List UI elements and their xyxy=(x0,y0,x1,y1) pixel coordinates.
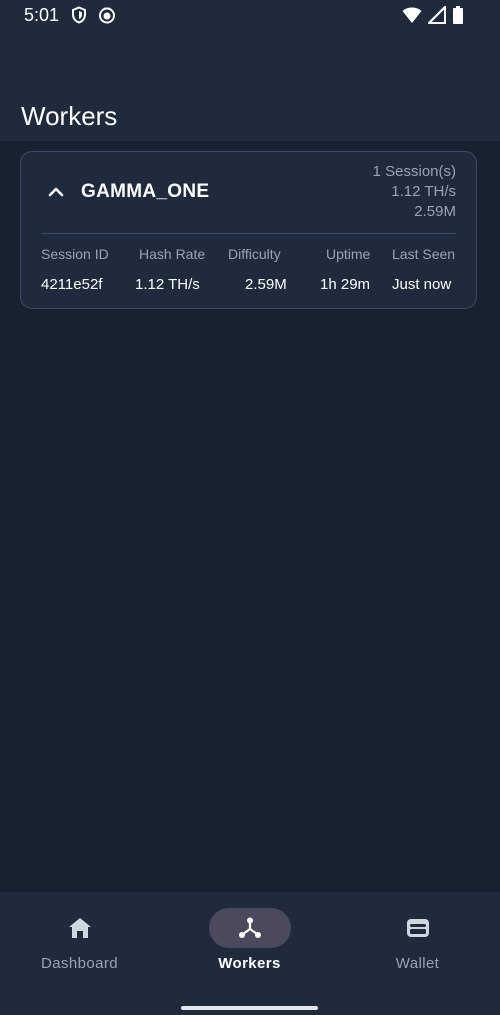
hub-icon xyxy=(238,917,261,938)
signal-icon xyxy=(428,6,446,24)
worker-summary: 1 Session(s) 1.12 TH/s 2.59M xyxy=(373,162,456,222)
sessions-count: 1 Session(s) xyxy=(372,163,456,180)
nav-label-wallet: Wallet xyxy=(395,955,440,972)
battery-icon xyxy=(453,6,463,24)
worker-name: GAMMA_ONE xyxy=(81,181,210,202)
status-time: 5:01 xyxy=(24,5,60,25)
nav-label-dashboard: Dashboard xyxy=(41,955,118,972)
home-icon xyxy=(68,918,91,938)
notification-bubble-icon xyxy=(99,7,115,24)
wifi-icon xyxy=(402,7,422,23)
summary-hash-rate: 1.12 TH/s xyxy=(391,183,456,200)
header-hash-rate: Hash Rate xyxy=(139,246,206,262)
header-uptime: Uptime xyxy=(326,246,371,262)
nav-wallet[interactable]: Wallet xyxy=(334,892,500,992)
divider xyxy=(41,233,456,234)
app-bar: Workers xyxy=(0,32,500,141)
worker-card[interactable]: GAMMA_ONE 1 Session(s) 1.12 TH/s 2.59M S… xyxy=(20,151,477,309)
wallet-icon xyxy=(406,919,429,937)
header-session-id: Session ID xyxy=(41,246,109,262)
cell-uptime: 1h 29m xyxy=(320,276,371,293)
bottom-navigation: Dashboard Workers Wallet xyxy=(0,892,500,1015)
chevron-up-icon[interactable] xyxy=(46,182,66,202)
summary-difficulty: 2.59M xyxy=(414,203,456,220)
shield-icon xyxy=(72,6,86,24)
nav-label-workers: Workers xyxy=(218,955,281,972)
status-bar: 5:01 xyxy=(0,0,500,32)
nav-dashboard[interactable]: Dashboard xyxy=(0,892,163,992)
cell-hash-rate: 1.12 TH/s xyxy=(135,276,200,293)
header-difficulty: Difficulty xyxy=(228,246,281,262)
cell-difficulty: 2.59M xyxy=(245,276,287,293)
nav-workers[interactable]: Workers xyxy=(166,892,333,992)
system-icons xyxy=(402,6,464,24)
cell-session-id: 4211e52f xyxy=(41,276,103,293)
header-last-seen: Last Seen xyxy=(392,246,456,262)
gesture-handle[interactable] xyxy=(181,1006,318,1010)
page-title: Workers xyxy=(21,101,118,132)
cell-last-seen: Just now xyxy=(392,276,452,293)
